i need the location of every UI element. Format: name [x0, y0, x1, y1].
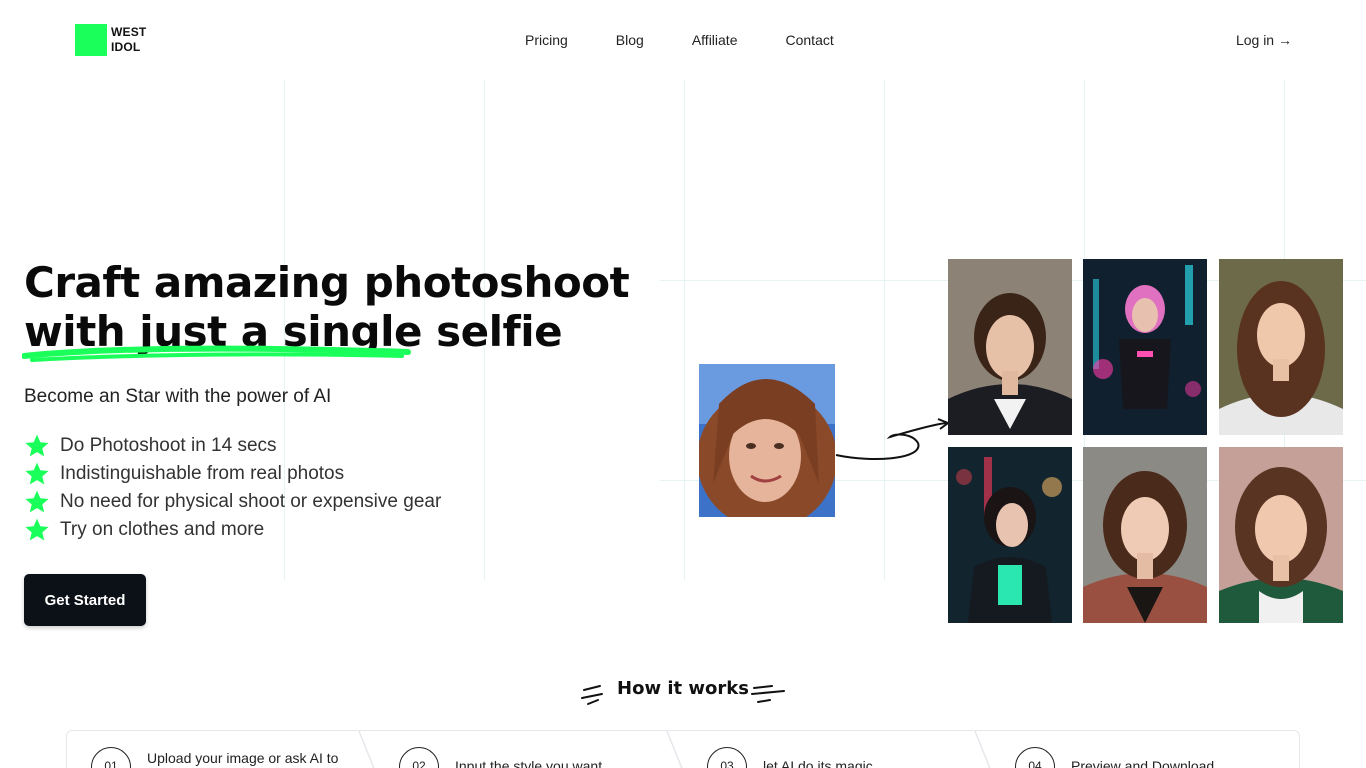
grid-line	[684, 80, 685, 580]
feature-text: Indistinguishable from real photos	[60, 463, 345, 484]
step-label: Input the style you want	[455, 758, 603, 768]
step-item: 03 let AI do its magic	[683, 731, 983, 768]
nav-affiliate[interactable]: Affiliate	[692, 32, 738, 48]
highlight-underline-icon	[22, 345, 411, 362]
nav-contact[interactable]: Contact	[786, 32, 834, 48]
selfie-image	[699, 364, 835, 517]
step-item: 04 Preview and Download	[991, 731, 1291, 768]
gallery-image-3	[1219, 259, 1343, 435]
grid-line	[884, 80, 885, 580]
star-icon	[25, 462, 49, 485]
step-label: Upload your image or ask AI to	[147, 750, 339, 766]
step-number: 03	[707, 747, 747, 768]
brand-name-line2: IDOL	[111, 40, 141, 54]
gallery-image-1	[948, 259, 1072, 435]
feature-list: Do Photoshoot in 14 secs Indistinguishab…	[24, 432, 441, 544]
step-number: 01	[91, 747, 131, 768]
arrow-icon	[835, 418, 951, 460]
brand-name-line1: WEST	[111, 25, 147, 39]
brand-name: WEST IDOL	[111, 25, 146, 55]
hero-subtitle: Become an Star with the power of AI	[24, 386, 332, 407]
step-separator	[666, 731, 683, 768]
gallery-image-6	[1219, 447, 1343, 623]
nav-blog[interactable]: Blog	[616, 32, 644, 48]
main-nav: Pricing Blog Affiliate Contact	[525, 32, 882, 48]
step-label: Preview and Download	[1071, 758, 1215, 768]
gallery-image-2	[1083, 259, 1207, 435]
step-item: 02 Input the style you want	[375, 731, 675, 768]
step-number: 02	[399, 747, 439, 768]
step-item: 01 Upload your image or ask AI to	[67, 731, 367, 768]
gallery-image-4	[948, 447, 1072, 623]
star-icon	[25, 490, 49, 513]
get-started-button[interactable]: Get Started	[24, 574, 146, 626]
login-link[interactable]: Log in →	[1236, 32, 1292, 48]
step-label: let AI do its magic	[763, 758, 873, 768]
step-separator	[358, 731, 375, 768]
feature-item: Indistinguishable from real photos	[24, 460, 441, 488]
feature-text: Try on clothes and more	[60, 519, 265, 540]
feature-item: Do Photoshoot in 14 secs	[24, 432, 441, 460]
feature-item: Try on clothes and more	[24, 516, 441, 544]
how-it-works-title: How it works	[617, 678, 749, 699]
star-icon	[25, 518, 49, 541]
step-separator	[974, 731, 991, 768]
brand-logo[interactable]: WEST IDOL	[75, 24, 146, 56]
feature-text: Do Photoshoot in 14 secs	[60, 435, 277, 456]
feature-item: No need for physical shoot or expensive …	[24, 488, 441, 516]
logo-mark-icon	[75, 24, 107, 56]
hero-title: Craft amazing photoshoot with just a sin…	[24, 258, 630, 356]
star-icon	[25, 434, 49, 457]
step-number: 04	[1015, 747, 1055, 768]
site-header: WEST IDOL Pricing Blog Affiliate Contact…	[0, 0, 1366, 80]
gallery-image-5	[1083, 447, 1207, 623]
steps-bar: 01 Upload your image or ask AI to 02 Inp…	[66, 730, 1300, 768]
feature-text: No need for physical shoot or expensive …	[60, 491, 442, 512]
hero-title-line1: Craft amazing photoshoot	[24, 258, 630, 307]
nav-pricing[interactable]: Pricing	[525, 32, 568, 48]
sparkle-right-icon	[751, 685, 785, 703]
